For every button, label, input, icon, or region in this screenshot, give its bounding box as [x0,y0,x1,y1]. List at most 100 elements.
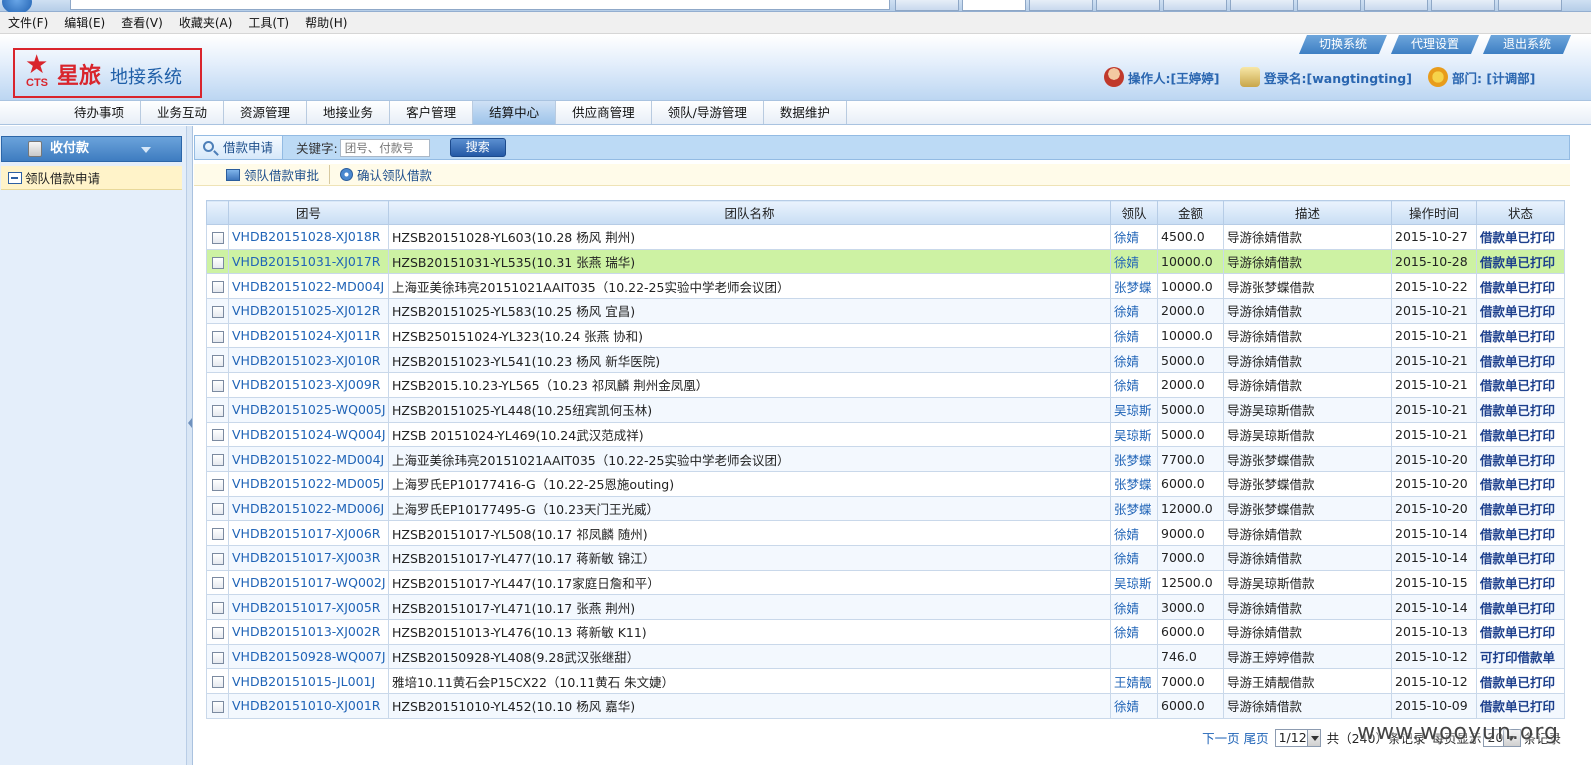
cell-leader-text[interactable]: 吴琼斯 [1114,576,1152,591]
table-row[interactable]: VHDB20151017-WQ002J HZSB20151017-YL447(10… [206,569,1565,596]
row-checkbox[interactable] [211,355,224,368]
browser-tab[interactable] [1498,0,1562,11]
table-row[interactable]: VHDB20151010-XJ001R HZSB20151010-YL452(10… [206,693,1565,719]
table-row[interactable]: VHDB20151022-MD006J 上海罗氏EP10177495-G（10.2… [206,495,1565,522]
header-description[interactable]: 描述 [1223,200,1392,225]
switch-system-button[interactable]: 切换系统 [1299,35,1387,54]
cell-status-text[interactable]: 借款单已打印 [1480,329,1555,344]
nav-customers[interactable]: 客户管理 [390,101,474,124]
collapse-arrow-icon[interactable] [187,418,192,428]
cell-status-text[interactable]: 借款单已打印 [1480,477,1555,492]
cell-group-no-text[interactable]: VHDB20151017-XJ003R [232,550,380,565]
cell-leader-text[interactable]: 徐婧 [1114,527,1139,542]
cell-status-text[interactable]: 借款单已打印 [1480,527,1555,542]
cell-leader-text[interactable]: 徐婧 [1114,354,1139,369]
sidebar-splitter[interactable] [187,126,193,765]
row-checkbox[interactable] [211,305,224,318]
menu-help[interactable]: 帮助(H) [305,14,347,31]
cell-leader-text[interactable]: 徐婧 [1114,255,1139,270]
menu-view[interactable]: 查看(V) [121,14,163,31]
table-row[interactable]: VHDB20151022-MD004J 上海亚美徐玮亮20151021AAIT03… [206,446,1565,472]
header-time[interactable]: 操作时间 [1391,200,1477,225]
proxy-settings-button[interactable]: 代理设置 [1391,35,1479,54]
cell-group-no-text[interactable]: VHDB20151025-WQ005J [232,402,386,417]
cell-leader-text[interactable]: 徐婧 [1114,699,1139,714]
cell-group-no-text[interactable]: VHDB20151022-MD006J [232,501,384,516]
cell-status-text[interactable]: 借款单已打印 [1480,255,1555,270]
table-row[interactable]: VHDB20151031-XJ017R HZSB20151031-YL535(10… [206,248,1565,275]
cell-status-text[interactable]: 借款单已打印 [1480,675,1555,690]
cell-leader-text[interactable]: 徐婧 [1114,551,1139,566]
approve-loan-button[interactable]: 领队借款审批 [226,165,331,184]
cell-status-text[interactable]: 借款单已打印 [1480,625,1555,640]
table-row[interactable]: VHDB20150928-WQ007J HZSB20150928-YL408(9.… [206,643,1565,670]
row-checkbox[interactable] [211,651,224,664]
cell-leader-text[interactable]: 张梦蝶 [1114,502,1152,517]
cell-group-no-text[interactable]: VHDB20151015-JL001J [232,674,375,689]
confirm-loan-button[interactable]: 确认领队借款 [340,165,442,184]
cell-status-text[interactable]: 借款单已打印 [1480,502,1555,517]
row-checkbox[interactable] [211,700,224,713]
cell-group-no-text[interactable]: VHDB20151024-XJ011R [232,328,380,343]
cell-group-no-text[interactable]: VHDB20151010-XJ001R [232,698,380,713]
nav-suppliers[interactable]: 供应商管理 [556,101,652,124]
browser-tab-active[interactable] [962,0,1026,11]
table-row[interactable]: VHDB20151028-XJ018R HZSB20151028-YL603(10… [206,224,1565,250]
cell-group-no-text[interactable]: VHDB20151013-XJ002R [232,624,380,639]
cell-status-text[interactable]: 借款单已打印 [1480,428,1555,443]
nav-todo[interactable]: 待办事项 [58,101,142,124]
search-button[interactable]: 搜索 [449,138,506,157]
row-checkbox[interactable] [211,454,224,467]
cell-group-no-text[interactable]: VHDB20151017-XJ006R [232,526,380,541]
browser-tab[interactable] [1163,0,1227,11]
nav-data-maintenance[interactable]: 数据维护 [764,101,847,124]
table-row[interactable]: VHDB20151017-XJ005R HZSB20151017-YL471(10… [206,594,1565,620]
nav-guides[interactable]: 领队/导游管理 [652,101,764,124]
table-row[interactable]: VHDB20151017-XJ006R HZSB20151017-YL508(10… [206,520,1565,546]
address-bar[interactable] [70,0,890,10]
cell-status-text[interactable]: 借款单已打印 [1480,699,1555,714]
cell-leader-text[interactable]: 张梦蝶 [1114,280,1152,295]
menu-tools[interactable]: 工具(T) [248,14,289,31]
cell-leader-text[interactable]: 徐婧 [1114,378,1139,393]
cell-group-no-text[interactable]: VHDB20151022-MD005J [232,476,384,491]
table-row[interactable]: VHDB20151013-XJ002R HZSB20151013-YL476(10… [206,619,1565,645]
table-row[interactable]: VHDB20151022-MD005J 上海罗氏EP10177416-G（10.2… [206,470,1565,497]
header-group-name[interactable]: 团队名称 [388,200,1111,225]
cell-status-text[interactable]: 可打印借款单 [1480,650,1555,665]
header-amount[interactable]: 金额 [1157,200,1224,225]
menu-favorites[interactable]: 收藏夹(A) [179,14,233,31]
cell-status-text[interactable]: 借款单已打印 [1480,601,1555,616]
table-row[interactable]: VHDB20151015-JL001J 雅培10.11黄石会P15CX22（10.… [206,668,1565,695]
cell-leader-text[interactable]: 吴琼斯 [1114,403,1152,418]
next-page-link[interactable]: 下一页 [1202,728,1240,747]
browser-tab[interactable] [1297,0,1361,11]
cell-leader-text[interactable]: 徐婧 [1114,304,1139,319]
cell-group-no-text[interactable]: VHDB20150928-WQ007J [232,649,386,664]
cell-status-text[interactable]: 借款单已打印 [1480,403,1555,418]
header-leader[interactable]: 领队 [1110,200,1158,225]
row-checkbox[interactable] [211,503,224,516]
nav-resources[interactable]: 资源管理 [224,101,308,124]
browser-tab[interactable] [1096,0,1160,11]
table-row[interactable]: VHDB20151023-XJ009R HZSB2015.10.23-YL565（… [206,372,1565,398]
header-status[interactable]: 状态 [1476,200,1565,225]
cell-group-no-text[interactable]: VHDB20151022-MD004J [232,452,384,467]
row-checkbox[interactable] [211,528,224,541]
sidebar-item-leader-loan[interactable]: 领队借款申请 [1,166,182,190]
cell-status-text[interactable]: 借款单已打印 [1480,551,1555,566]
cell-leader-text[interactable]: 徐婧 [1114,601,1139,616]
last-page-link[interactable]: 尾页 [1244,728,1269,747]
menu-file[interactable]: 文件(F) [8,14,48,31]
cell-group-no-text[interactable]: VHDB20151023-XJ010R [232,353,380,368]
row-checkbox[interactable] [211,552,224,565]
cell-group-no-text[interactable]: VHDB20151017-XJ005R [232,600,380,615]
page-select[interactable]: 1/12 [1274,728,1321,747]
browser-tab[interactable] [1431,0,1495,11]
cell-leader-text[interactable]: 徐婧 [1114,329,1139,344]
table-row[interactable]: VHDB20151017-XJ003R HZSB20151017-YL477(10… [206,544,1565,571]
menu-edit[interactable]: 编辑(E) [64,14,105,31]
row-checkbox[interactable] [211,231,224,244]
table-row[interactable]: VHDB20151024-XJ011R HZSB250151024-YL323(1… [206,322,1565,349]
row-checkbox[interactable] [211,256,224,269]
